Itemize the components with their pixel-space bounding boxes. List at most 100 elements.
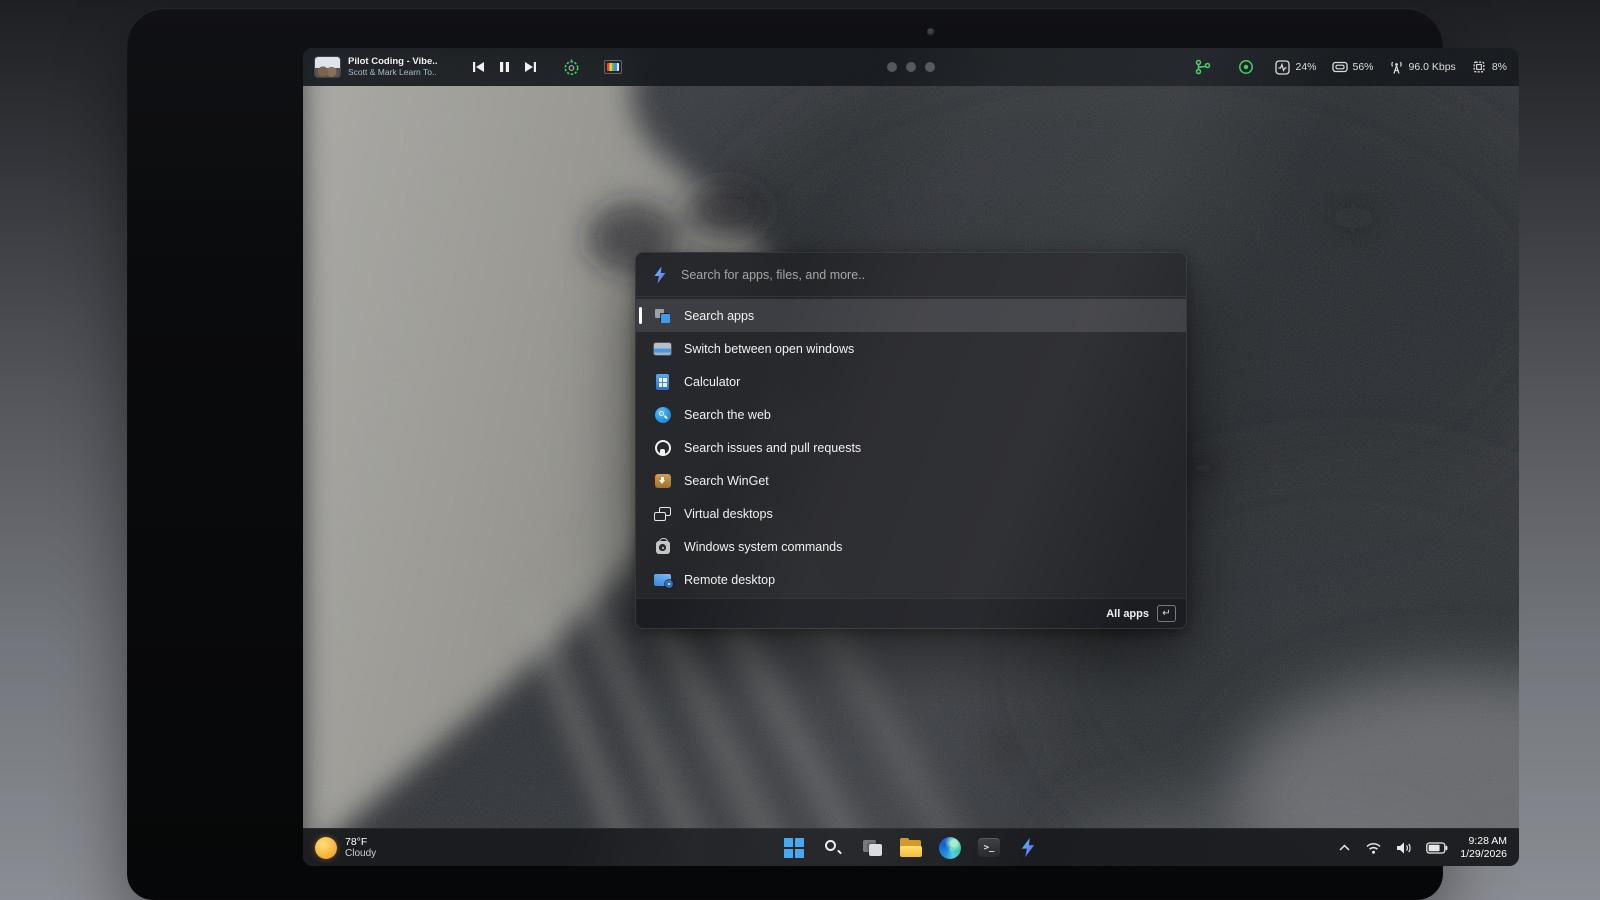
palette-footer: All apps ↵ — [636, 598, 1186, 628]
all-apps-button[interactable]: All apps — [1106, 608, 1149, 620]
powertoys-button[interactable] — [1014, 834, 1042, 862]
palette-results-list: Search apps Switch between open windows … — [636, 297, 1186, 598]
screen-capture-button[interactable] — [598, 60, 628, 74]
stat-memory: 56% — [1332, 60, 1374, 74]
memory-icon — [1332, 60, 1348, 74]
palette-item-label: Windows system commands — [684, 540, 842, 554]
stat-cpu-value: 8% — [1492, 61, 1507, 73]
branch-status-button[interactable] — [1189, 59, 1217, 75]
timer-gauge-button[interactable] — [557, 59, 586, 76]
system-stats: 24% 56% — [1189, 59, 1507, 75]
screen: Pilot Coding - Vibe.. Scott & Mark Learn… — [303, 48, 1519, 866]
windows-logo-icon — [784, 838, 804, 858]
pause-button[interactable] — [493, 61, 516, 73]
stat-memory-value: 56% — [1353, 61, 1374, 73]
taskbar: 78°F Cloudy — [303, 828, 1519, 866]
previous-icon — [472, 61, 485, 73]
weather-condition: Cloudy — [345, 848, 376, 860]
gauge-icon — [563, 59, 580, 76]
record-icon — [1238, 59, 1254, 75]
task-view-icon — [863, 840, 882, 856]
stat-activity: 24% — [1275, 60, 1316, 75]
chevron-up-icon — [1338, 843, 1351, 852]
palette-item-virtual-desktops[interactable]: Virtual desktops — [636, 497, 1186, 530]
palette-item-winget[interactable]: Search WinGet — [636, 464, 1186, 497]
top-status-bar: Pilot Coding - Vibe.. Scott & Mark Learn… — [303, 48, 1519, 86]
next-track-button[interactable] — [518, 61, 543, 73]
weather-texts: 78°F Cloudy — [345, 836, 376, 860]
palette-item-github-search[interactable]: Search issues and pull requests — [636, 431, 1186, 464]
media-subtitle: Scott & Mark Learn To.. — [348, 68, 456, 78]
git-branch-icon — [1195, 59, 1211, 75]
taskbar-app-icons: >_ — [780, 834, 1042, 862]
stat-network: 96.0 Kbps — [1389, 60, 1456, 75]
tray-time: 9:28 AM — [1460, 835, 1507, 848]
terminal-button[interactable]: >_ — [975, 834, 1003, 862]
remote-desktop-icon — [654, 571, 671, 588]
powertoys-bolt-icon — [1019, 837, 1037, 858]
taskbar-search-button[interactable] — [819, 834, 847, 862]
tray-date: 1/29/2026 — [1460, 848, 1507, 861]
tray-overflow-button[interactable] — [1336, 841, 1353, 854]
palette-item-label: Calculator — [684, 375, 740, 389]
calculator-icon — [654, 373, 671, 390]
palette-item-label: Search apps — [684, 309, 754, 323]
media-controls — [466, 61, 543, 73]
desktop-mockup-stage: Pilot Coding - Vibe.. Scott & Mark Learn… — [0, 0, 1600, 900]
battery-button[interactable] — [1424, 840, 1450, 856]
palette-item-search-apps[interactable]: Search apps — [636, 299, 1186, 332]
speaker-icon — [1396, 841, 1412, 855]
virtual-desktops-icon — [654, 505, 671, 522]
topbar-tools — [557, 59, 628, 76]
palette-item-label: Remote desktop — [684, 573, 775, 587]
folder-icon — [900, 839, 922, 857]
apps-icon — [654, 307, 671, 324]
palette-item-system-commands[interactable]: Windows system commands — [636, 530, 1186, 563]
palette-item-search-web[interactable]: Search the web — [636, 398, 1186, 431]
palette-item-label: Search issues and pull requests — [684, 441, 861, 455]
palette-item-calculator[interactable]: Calculator — [636, 365, 1186, 398]
system-tray: 9:28 AM 1/29/2026 — [1336, 835, 1507, 860]
window-switcher-icon — [654, 340, 671, 357]
status-dots — [887, 62, 935, 72]
system-commands-icon — [654, 538, 671, 555]
wifi-button[interactable] — [1363, 839, 1384, 857]
palette-item-switch-windows[interactable]: Switch between open windows — [636, 332, 1186, 365]
record-status-button[interactable] — [1232, 59, 1260, 75]
file-explorer-button[interactable] — [897, 834, 925, 862]
palette-search-input[interactable] — [681, 268, 1170, 282]
weather-widget[interactable]: 78°F Cloudy — [315, 836, 376, 860]
edge-icon — [939, 837, 961, 859]
clock[interactable]: 9:28 AM 1/29/2026 — [1460, 835, 1507, 860]
palette-search-bar[interactable] — [636, 253, 1186, 297]
stat-activity-value: 24% — [1295, 61, 1316, 73]
palette-item-label: Search WinGet — [684, 474, 769, 488]
volume-button[interactable] — [1394, 839, 1414, 857]
media-texts: Pilot Coding - Vibe.. Scott & Mark Learn… — [348, 57, 456, 78]
previous-track-button[interactable] — [466, 61, 491, 73]
web-search-icon — [654, 406, 671, 423]
webcam-icon — [927, 28, 935, 36]
stat-network-value: 96.0 Kbps — [1409, 61, 1456, 73]
media-widget: Pilot Coding - Vibe.. Scott & Mark Learn… — [315, 57, 456, 78]
palette-item-remote-desktop[interactable]: Remote desktop — [636, 563, 1186, 596]
laptop-frame: Pilot Coding - Vibe.. Scott & Mark Learn… — [127, 8, 1443, 900]
palette-item-label: Search the web — [684, 408, 771, 422]
palette-item-label: Virtual desktops — [684, 507, 773, 521]
palette-item-label: Switch between open windows — [684, 342, 854, 356]
network-icon — [1389, 60, 1404, 75]
cpu-icon — [1471, 59, 1487, 75]
wifi-icon — [1365, 841, 1382, 855]
terminal-icon: >_ — [978, 838, 1000, 857]
start-button[interactable] — [780, 834, 808, 862]
github-icon — [654, 439, 671, 456]
pause-icon — [499, 61, 510, 73]
sun-icon — [315, 837, 337, 859]
battery-icon — [1426, 842, 1448, 854]
search-icon — [824, 839, 842, 857]
task-view-button[interactable] — [858, 834, 886, 862]
stat-cpu: 8% — [1471, 59, 1507, 75]
color-bars-icon — [604, 60, 622, 74]
edge-browser-button[interactable] — [936, 834, 964, 862]
media-title: Pilot Coding - Vibe.. — [348, 57, 456, 68]
